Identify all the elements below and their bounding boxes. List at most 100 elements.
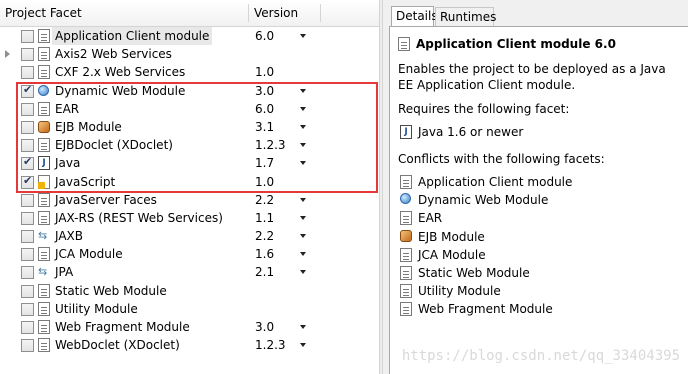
facet-label: JavaServer Faces [55,192,157,207]
facet-version[interactable]: 2.1 [255,263,274,281]
facet-checkbox[interactable] [21,193,34,207]
table-row[interactable]: EJBDoclet (XDoclet) 1.2.3 [0,136,379,154]
dropdown-arrow-icon[interactable] [300,34,306,38]
facet-version[interactable]: 1.1 [255,209,274,227]
dropdown-arrow-icon[interactable] [300,143,306,148]
doc-icon [398,37,410,51]
dropdown-arrow-icon[interactable] [300,234,306,239]
dropdown-arrow-icon[interactable] [300,124,306,129]
facet-label: EJB Module [55,119,122,134]
conflicting-facet-label: EJB Module [418,229,485,244]
dropdown-arrow-icon[interactable] [300,252,306,257]
java-icon: J [400,125,412,139]
tab-runtimes-label: Runtimes [440,10,497,24]
facet-version[interactable]: 2.2 [255,227,274,245]
facet-rows: Application Client module 6.0 Axis2 Web Se… [0,27,379,354]
details-pane: Application Client module 6.0 Enables th… [389,26,688,374]
facet-version[interactable]: 3.1 [255,118,274,136]
facet-checkbox[interactable] [21,83,34,98]
facet-version[interactable]: 2.2 [255,191,274,209]
table-row[interactable]: Axis2 Web Services [0,45,379,63]
ejb-icon [400,229,412,242]
table-row[interactable]: Web Fragment Module 3.0 [0,318,379,336]
facet-version[interactable]: 3.0 [255,82,274,100]
facet-version[interactable]: 1.7 [255,154,274,172]
conflicting-facet: EJB Module [398,228,485,246]
dropdown-arrow-icon[interactable] [300,161,306,166]
facet-version[interactable]: 6.0 [255,100,274,118]
table-row[interactable]: EAR 6.0 [0,100,379,118]
table-row[interactable]: EJB Module 3.1 [0,118,379,136]
facet-label: JAXB [55,229,83,244]
conflicting-facet-label: Static Web Module [418,266,530,280]
facet-checkbox[interactable] [21,155,34,171]
ejb-icon [38,120,50,133]
facet-checkbox[interactable] [21,66,34,80]
facet-checkbox[interactable] [21,102,34,116]
table-row[interactable]: JavaScript 1.0 [0,173,379,191]
dropdown-arrow-icon[interactable] [300,343,306,348]
column-separator[interactable] [320,4,321,22]
table-row[interactable]: CXF 2.x Web Services 1.0 [0,63,379,81]
expand-arrow-icon[interactable] [5,50,10,59]
facet-label: Utility Module [55,301,138,316]
facet-checkbox[interactable] [21,248,34,262]
facet-checkbox[interactable] [21,211,34,225]
conflicting-facet: Utility Module [398,282,501,300]
table-row[interactable]: Dynamic Web Module 3.0 [0,82,379,100]
table-row[interactable]: WebDoclet (XDoclet) 1.2.3 [0,336,379,354]
table-row[interactable]: Utility Module [0,300,379,318]
dropdown-arrow-icon[interactable] [300,270,306,275]
facet-description: Enables the project to be deployed as a … [398,62,666,92]
doc-icon [400,266,412,280]
conflicting-facet: EAR [398,209,442,227]
facet-checkbox[interactable] [21,302,34,316]
table-row[interactable]: JAX-RS (REST Web Services) 1.1 [0,209,379,227]
dropdown-arrow-icon[interactable] [300,88,306,93]
doc-icon [38,247,50,262]
column-header-version[interactable]: Version [254,0,298,26]
facet-checkbox[interactable] [21,120,34,134]
table-row[interactable]: JavaServer Faces 2.2 [0,191,379,209]
table-row[interactable]: JCA Module 1.6 [0,245,379,263]
facet-checkbox[interactable] [21,174,34,189]
facet-version[interactable]: 1.6 [255,245,274,263]
dropdown-arrow-icon[interactable] [300,106,306,111]
facet-checkbox[interactable] [21,266,34,280]
conflicting-facet: JCA Module [398,246,486,264]
tab-runtimes[interactable]: Runtimes [435,7,497,26]
facet-version[interactable]: 6.0 [255,27,274,45]
table-row[interactable]: Application Client module 6.0 [0,27,379,45]
column-header-project-facet[interactable]: Project Facet [5,0,82,26]
conflicting-facet: Dynamic Web Module [398,191,548,209]
table-row[interactable]: J Java 1.7 [0,154,379,172]
dropdown-arrow-icon[interactable] [300,325,306,329]
facet-checkbox[interactable] [21,339,34,353]
facet-title-text: Application Client module 6.0 [416,37,616,51]
table-row[interactable]: ⇆ JAXB 2.2 [0,227,379,245]
doc-icon [38,192,50,207]
facet-checkbox[interactable] [21,321,34,334]
facet-details-panel: Details Runtimes Application Client modu… [383,0,688,374]
dropdown-arrow-icon[interactable] [300,197,306,202]
table-row[interactable]: ⇆ JPA 2.1 [0,263,379,281]
facet-version[interactable]: 1.2.3 [255,336,286,354]
facet-checkbox[interactable] [21,230,34,244]
column-separator[interactable] [248,4,249,22]
facet-label: Axis2 Web Services [55,47,172,62]
facet-version[interactable]: 3.0 [255,318,274,336]
facet-checkbox[interactable] [21,139,34,153]
facet-checkbox[interactable] [21,48,34,62]
tab-details-label: Details [396,9,438,23]
table-header: Project Facet Version [0,0,379,27]
watermark: https://blog.csdn.net/qq_33404395 [401,348,680,364]
tab-details[interactable]: Details [391,6,438,26]
facet-checkbox[interactable] [21,30,34,43]
facet-version[interactable]: 1.2.3 [255,136,286,154]
doc-icon [38,301,50,316]
table-row[interactable]: Static Web Module [0,282,379,300]
dropdown-arrow-icon[interactable] [300,215,306,220]
facet-version: 1.0 [255,174,275,189]
facet-label: JPA [55,265,74,280]
facet-checkbox[interactable] [21,284,34,298]
